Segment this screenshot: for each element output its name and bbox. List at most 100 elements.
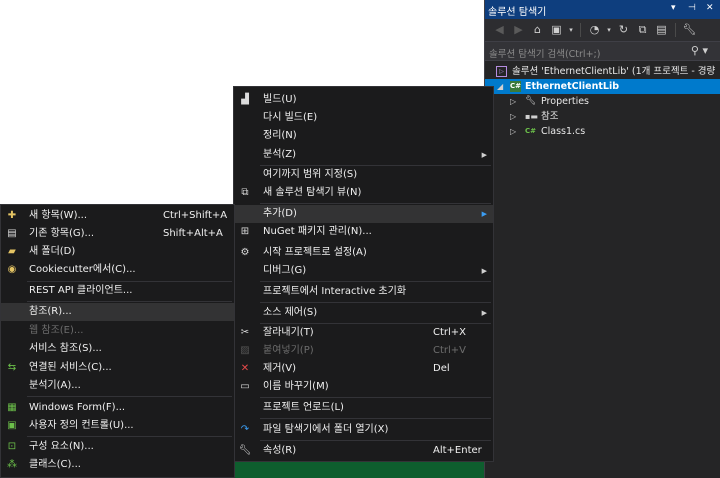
back-icon[interactable]: ◀ [491,22,508,38]
tree-item-properties[interactable]: ▷ 🔧︎ Properties [485,94,720,109]
pin-icon[interactable]: ⊣ [688,3,696,13]
menu-item-label: 제거(V) [263,363,297,374]
status-strip [234,462,484,478]
menu-item-scope-to-this[interactable]: 여기까지 범위 지정(S) [234,166,493,184]
submenu-item-user-control[interactable]: ▣ 사용자 정의 컨트롤(U)... [1,417,234,435]
menu-item-open-in-explorer[interactable]: ↷ 파일 탐색기에서 폴더 열기(X) [234,421,493,439]
search-placeholder: 솔루션 탐색기 검색(Ctrl+;) [489,49,601,60]
expand-arrow-icon[interactable]: ▷ [510,109,516,124]
menu-item-clean[interactable]: 정리(N) [234,127,493,145]
tree-item-project[interactable]: ◢ C# EthernetClientLib [485,79,720,94]
submenu-item-windows-form[interactable]: ▦ Windows Form(F)... [1,399,234,417]
collapse-arrow-icon[interactable]: ◢ [497,79,503,94]
menu-item-add[interactable]: 추가(D) ▶ [234,205,493,223]
refresh-icon[interactable]: ↻ [615,22,632,38]
menu-item-rebuild[interactable]: 다시 빌드(E) [234,109,493,127]
class-icon: ⁂ [7,459,17,470]
scissors-icon: ✂ [240,327,250,338]
menu-item-label: 추가(D) [263,208,297,219]
menu-item-paste[interactable]: ▨ 붙여넣기(P) Ctrl+V [234,342,493,360]
menu-item-label: 디버그(G) [263,265,307,276]
menu-item-label: 여기까지 범위 지정(S) [263,169,358,180]
submenu-item-new-item[interactable]: ✚ 새 항목(W)... Ctrl+Shift+A [1,207,234,225]
menu-item-label: 이름 바꾸기(M) [263,381,329,392]
submenu-item-connected-service[interactable]: ⇆ 연결된 서비스(C)... [1,359,234,377]
switch-views-dropdown-icon[interactable]: ▾ [567,22,575,38]
submenu-item-class[interactable]: ⁂ 클래스(C)... [1,456,234,474]
home-icon[interactable]: ⌂ [529,22,546,38]
solution-explorer-title: 솔루션 탐색기 [488,7,547,18]
forward-icon[interactable]: ▶ [510,22,527,38]
menu-item-remove[interactable]: ✕ 제거(V) Del [234,360,493,378]
component-icon: ⊡ [7,441,17,452]
submenu-item-component[interactable]: ⊡ 구성 요소(N)... [1,438,234,456]
dropdown-icon[interactable]: ▾ [671,3,676,13]
switch-views-icon[interactable]: ▣ [548,22,565,38]
menu-item-shortcut: Del [433,363,450,374]
menu-item-label: NuGet 패키지 관리(N)... [263,226,372,237]
menu-item-label: 참조(R)... [29,306,72,317]
solution-explorer: 솔루션 탐색기 ▾ ⊣ ✕ ◀ ▶ ⌂ ▣ ▾ ◔ ▾ ↻ ⧉ ▤ 🔧︎ 솔루션… [484,0,720,478]
menu-item-label: 소스 제어(S) [263,307,318,318]
new-view-icon: ⧉ [241,187,249,198]
tree-item-references[interactable]: ▷ ▪▬ 참조 [485,109,720,124]
menu-item-label: 분석기(A)... [29,380,81,391]
expand-arrow-icon[interactable]: ▷ [510,94,516,109]
pending-changes-filter-icon[interactable]: ◔ [586,22,603,38]
submenu-item-analyzer[interactable]: 분석기(A)... [1,377,234,395]
existing-item-icon: ▤ [7,228,17,239]
submenu-arrow-icon: ▶ [481,210,487,218]
project-context-menu: ▟ 빌드(U) 다시 빌드(E) 정리(N) 분석(Z) ▶ 여기까지 범위 지… [233,86,494,462]
search-icon[interactable]: ⚲ ▾ [691,44,708,57]
menu-item-properties[interactable]: 🔧︎ 속성(R) Alt+Enter [234,442,493,460]
submenu-item-reference[interactable]: 참조(R)... [1,303,234,321]
filter-dropdown-icon[interactable]: ▾ [605,22,613,38]
tree-item-class1[interactable]: ▷ C# Class1.cs [485,124,720,139]
solution-explorer-search[interactable]: 솔루션 탐색기 검색(Ctrl+;) ⚲ ▾ [485,41,720,61]
menu-item-label: 서비스 참조(S)... [29,343,102,354]
menu-item-cut[interactable]: ✂ 잘라내기(T) Ctrl+X [234,324,493,342]
close-icon[interactable]: ✕ [706,3,714,13]
submenu-item-rest-api[interactable]: REST API 클라이언트... [1,282,234,300]
rename-icon: ▭ [240,381,250,392]
menu-item-interactive-init[interactable]: 프로젝트에서 Interactive 초기화 [234,283,493,301]
solution-explorer-toolbar: ◀ ▶ ⌂ ▣ ▾ ◔ ▾ ↻ ⧉ ▤ 🔧︎ [485,19,720,41]
menu-item-set-startup[interactable]: ⚙ 시작 프로젝트로 설정(A) [234,244,493,262]
tree-item-label: Class1.cs [541,126,586,137]
menu-item-label: 새 항목(W)... [29,210,88,221]
add-submenu: ✚ 새 항목(W)... Ctrl+Shift+A ▤ 기존 항목(G)... … [0,204,235,478]
menu-item-label: Cookiecutter에서(C)... [29,264,136,275]
tree-item-label: Properties [541,96,590,107]
menu-item-label: 프로젝트 언로드(L) [263,402,344,413]
expand-arrow-icon[interactable]: ▷ [510,124,516,139]
menu-item-new-explorer-view[interactable]: ⧉ 새 솔루션 탐색기 뷰(N) [234,184,493,202]
tree-item-label: EthernetClientLib [525,81,620,92]
nuget-icon: ⊞ [240,226,250,237]
menu-item-debug[interactable]: 디버그(G) ▶ [234,262,493,280]
menu-item-source-control[interactable]: 소스 제어(S) ▶ [234,304,493,322]
submenu-item-web-reference[interactable]: 웹 참조(E)... [1,322,234,340]
properties-wrench-icon[interactable]: 🔧︎ [681,22,698,38]
tree-item-solution[interactable]: ▷ 솔루션 'EthernetClientLib' (1개 프로젝트 - 경량 [485,64,720,79]
menu-item-rename[interactable]: ▭ 이름 바꾸기(M) [234,378,493,396]
menu-item-label: 새 솔루션 탐색기 뷰(N) [263,187,362,198]
submenu-item-service-reference[interactable]: 서비스 참조(S)... [1,340,234,358]
user-control-icon: ▣ [7,420,17,431]
submenu-item-cookiecutter[interactable]: ◉ Cookiecutter에서(C)... [1,261,234,279]
submenu-arrow-icon: ▶ [481,267,487,275]
submenu-item-new-folder[interactable]: ▰ 새 폴더(D) [1,243,234,261]
collapse-all-icon[interactable]: ⧉ [634,22,651,38]
menu-item-unload[interactable]: 프로젝트 언로드(L) [234,399,493,417]
build-icon: ▟ [241,94,249,105]
toolbar-separator [580,23,581,37]
show-all-files-icon[interactable]: ▤ [653,22,670,38]
menu-item-analyze[interactable]: 분석(Z) ▶ [234,146,493,164]
submenu-item-existing-item[interactable]: ▤ 기존 항목(G)... Shift+Alt+A [1,225,234,243]
windows-form-icon: ▦ [7,402,17,413]
menu-item-nuget[interactable]: ⊞ NuGet 패키지 관리(N)... [234,223,493,241]
menu-item-build[interactable]: ▟ 빌드(U) [234,91,493,109]
menu-separator [260,302,491,303]
menu-item-label: 잘라내기(T) [263,327,314,338]
connected-service-icon: ⇆ [7,362,17,373]
menu-item-label: 클래스(C)... [29,459,81,470]
